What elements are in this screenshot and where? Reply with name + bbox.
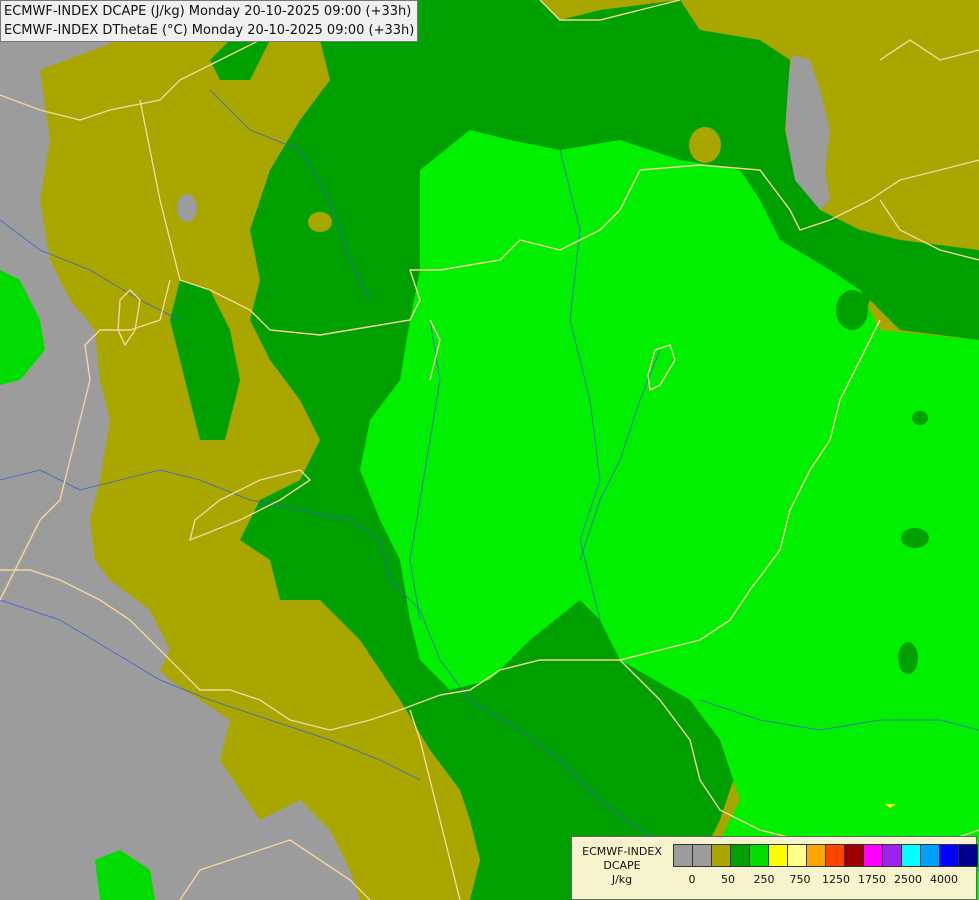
legend-tick-label: 50 [721,873,735,886]
legend-swatch [730,844,750,867]
title-line-dthetae: ECMWF-INDEX DThetaE (°C) Monday 20-10-20… [4,23,415,38]
legend-swatch [920,844,940,867]
legend-tick-label: 750 [789,873,811,886]
legend-swatch [692,844,712,867]
legend-label: ECMWF-INDEX DCAPE J/kg [574,845,670,887]
legend-swatch [768,844,788,867]
legend-swatch [749,844,769,867]
legend-swatch [711,844,731,867]
legend-ticks: 0 50 250 750 1250 1750 2500 4000 [673,873,973,887]
legend-swatch [673,844,693,867]
legend-swatch [787,844,807,867]
dcape-dark-green-blob-1 [836,290,868,330]
legend-tick-label: 1250 [822,873,850,886]
legend-swatch [844,844,864,867]
dcape-dark-green-blob-3 [898,642,918,674]
dcape-olive-blob-2 [689,127,721,163]
dcape-legend: ECMWF-INDEX DCAPE J/kg 0 50 250 750 1250 1750… [571,836,978,900]
legend-tick-label: 1750 [858,873,886,886]
legend-swatch [806,844,826,867]
legend-line-unit: J/kg [611,873,633,886]
legend-swatch [863,844,883,867]
legend-swatch [901,844,921,867]
weather-map [0,0,979,900]
dcape-gray-spot [177,194,197,222]
legend-swatch [882,844,902,867]
legend-tick-label: 250 [753,873,775,886]
legend-swatches [673,844,978,867]
legend-line-param: DCAPE [603,859,641,872]
legend-tick-label: 4000 [930,873,958,886]
legend-swatch [825,844,845,867]
map-title-box: ECMWF-INDEX DCAPE (J/kg) Monday 20-10-20… [0,0,419,42]
legend-tick-label: 0 [688,873,696,886]
dcape-dark-green-blob-4 [912,411,928,425]
legend-swatch [958,844,978,867]
legend-swatch [939,844,959,867]
legend-tick-label: 2500 [894,873,922,886]
title-line-dcape: ECMWF-INDEX DCAPE (J/kg) Monday 20-10-20… [4,4,412,19]
dcape-olive-blob [308,212,332,232]
dcape-dark-green-blob-2 [901,528,929,548]
legend-line-model: ECMWF-INDEX [582,845,662,858]
